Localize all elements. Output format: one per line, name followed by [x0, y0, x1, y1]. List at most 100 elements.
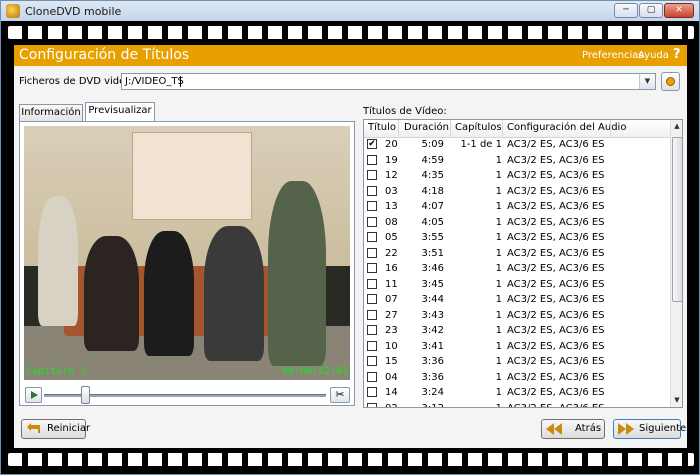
- seek-slider-thumb[interactable]: [81, 386, 90, 404]
- title-checkbox[interactable]: [367, 216, 377, 227]
- back-button[interactable]: Atrás: [541, 419, 605, 439]
- table-row[interactable]: 15 3:36 1 AC3/2 ES, AC3/6 ES: [364, 354, 670, 370]
- next-button[interactable]: Siguiente: [613, 419, 686, 439]
- table-row[interactable]: 23 3:42 1 AC3/2 ES, AC3/6 ES: [364, 323, 670, 339]
- help-link[interactable]: Ayuda: [638, 50, 669, 61]
- cell-duration: 3:24: [421, 387, 444, 398]
- cell-duration: 3:42: [421, 325, 444, 336]
- restart-button[interactable]: Reiniciar: [21, 419, 90, 439]
- cell-duration: 4:07: [421, 201, 444, 212]
- cell-audio: AC3/2 ES, AC3/6 ES: [507, 170, 605, 181]
- title-checkbox[interactable]: [367, 325, 377, 335]
- help-icon[interactable]: ?: [673, 47, 681, 62]
- title-checkbox[interactable]: [367, 356, 377, 366]
- scroll-down-icon[interactable]: ▼: [671, 394, 682, 407]
- title-bar[interactable]: CloneDVD mobile ─ ▢ ✕: [1, 1, 699, 21]
- play-button[interactable]: [25, 387, 42, 403]
- title-checkbox[interactable]: [367, 278, 377, 289]
- browse-button[interactable]: [661, 72, 680, 91]
- column-divider[interactable]: [502, 120, 503, 136]
- column-header-audio[interactable]: Configuración del Audio: [507, 122, 626, 133]
- cell-duration: 3:36: [421, 371, 444, 383]
- tab-previsualizar[interactable]: Previsualizar: [85, 102, 155, 121]
- back-button-label: Atrás: [575, 423, 602, 434]
- cell-duration: 3:46: [421, 263, 444, 274]
- vertical-scrollbar[interactable]: ▲ ▼: [670, 120, 682, 407]
- scroll-up-icon[interactable]: ▲: [671, 120, 682, 133]
- cell-audio: AC3/2 ES, AC3/6 ES: [507, 247, 605, 259]
- cell-title: 27: [385, 309, 398, 321]
- next-button-label: Siguiente: [639, 423, 687, 434]
- cell-chapters: 1: [495, 371, 502, 383]
- cell-duration: 4:18: [421, 185, 444, 197]
- table-row[interactable]: 05 3:55 1 AC3/2 ES, AC3/6 ES: [364, 230, 670, 246]
- cell-chapters: 1: [495, 232, 502, 243]
- source-path-combobox[interactable]: J:/VIDEO_TS ▼: [121, 73, 656, 90]
- cell-audio: AC3/2 ES, AC3/6 ES: [507, 325, 605, 336]
- title-checkbox[interactable]: [367, 232, 377, 242]
- title-checkbox[interactable]: [367, 170, 377, 180]
- title-checkbox[interactable]: [367, 185, 377, 196]
- title-checkbox[interactable]: [367, 309, 377, 320]
- cell-duration: 5:09: [421, 139, 444, 150]
- cell-title: 14: [385, 387, 398, 398]
- cell-chapters: 1: [495, 247, 502, 259]
- titles-label: Títulos de Vídeo:: [363, 106, 447, 117]
- chevron-down-icon[interactable]: ▼: [639, 74, 655, 89]
- close-button[interactable]: ✕: [664, 3, 694, 18]
- maximize-button[interactable]: ▢: [639, 3, 663, 18]
- tab-informacion[interactable]: Información: [19, 104, 83, 121]
- column-divider[interactable]: [610, 120, 611, 136]
- table-row[interactable]: 14 3:24 1 AC3/2 ES, AC3/6 ES: [364, 385, 670, 401]
- film-strip-frame: Configuración de Títulos Preferencias Ay…: [1, 21, 699, 474]
- title-checkbox[interactable]: [367, 402, 377, 407]
- table-row[interactable]: 02 3:12 1 AC3/2 ES, AC3/6 ES: [364, 401, 670, 407]
- video-scene-poster: [132, 132, 252, 220]
- column-header-chapters[interactable]: Capítulos: [455, 122, 502, 133]
- table-row[interactable]: 10 3:41 1 AC3/2 ES, AC3/6 ES: [364, 339, 670, 355]
- title-checkbox[interactable]: [367, 340, 377, 351]
- column-header-title[interactable]: Título: [368, 122, 396, 133]
- cell-chapters: 1: [495, 201, 502, 212]
- title-checkbox[interactable]: ✔: [367, 139, 377, 149]
- cell-title: 13: [385, 201, 398, 212]
- title-checkbox[interactable]: [367, 201, 377, 211]
- table-row[interactable]: 27 3:43 1 AC3/2 ES, AC3/6 ES: [364, 308, 670, 324]
- cell-audio: AC3/2 ES, AC3/6 ES: [507, 309, 605, 321]
- cell-audio: AC3/2 ES, AC3/6 ES: [507, 185, 605, 197]
- minimize-button[interactable]: ─: [614, 3, 638, 18]
- title-checkbox[interactable]: [367, 294, 377, 304]
- column-divider[interactable]: [450, 120, 451, 136]
- title-checkbox[interactable]: [367, 387, 377, 397]
- cell-audio: AC3/2 ES, AC3/6 ES: [507, 263, 605, 274]
- table-row[interactable]: 03 4:18 1 AC3/2 ES, AC3/6 ES: [364, 184, 670, 200]
- cell-audio: AC3/2 ES, AC3/6 ES: [507, 294, 605, 305]
- table-row[interactable]: ✔ 20 5:09 1-1 de 1 AC3/2 ES, AC3/6 ES: [364, 137, 670, 153]
- title-checkbox[interactable]: [367, 263, 377, 273]
- cut-button[interactable]: ✂: [330, 387, 350, 403]
- cell-chapters: 1: [495, 340, 502, 352]
- title-checkbox[interactable]: [367, 247, 377, 258]
- table-row[interactable]: 07 3:44 1 AC3/2 ES, AC3/6 ES: [364, 292, 670, 308]
- table-row[interactable]: 11 3:45 1 AC3/2 ES, AC3/6 ES: [364, 277, 670, 293]
- preferences-link[interactable]: Preferencias: [582, 50, 644, 61]
- title-checkbox[interactable]: [367, 371, 377, 382]
- cell-title: 10: [385, 340, 398, 352]
- source-label: Ficheros de DVD video:: [19, 76, 135, 87]
- table-row[interactable]: 22 3:51 1 AC3/2 ES, AC3/6 ES: [364, 246, 670, 262]
- title-checkbox[interactable]: [367, 154, 377, 165]
- table-row[interactable]: 19 4:59 1 AC3/2 ES, AC3/6 ES: [364, 153, 670, 169]
- table-row[interactable]: 13 4:07 1 AC3/2 ES, AC3/6 ES: [364, 199, 670, 215]
- column-header-duration[interactable]: Duración: [404, 122, 449, 133]
- table-row[interactable]: 04 3:36 1 AC3/2 ES, AC3/6 ES: [364, 370, 670, 386]
- column-divider[interactable]: [398, 120, 399, 136]
- table-row[interactable]: 12 4:35 1 AC3/2 ES, AC3/6 ES: [364, 168, 670, 184]
- table-row[interactable]: 16 3:46 1 AC3/2 ES, AC3/6 ES: [364, 261, 670, 277]
- main-panel: Configuración de Títulos Preferencias Ay…: [14, 45, 687, 448]
- cell-chapters: 1: [495, 185, 502, 197]
- scrollbar-thumb[interactable]: [672, 137, 682, 302]
- video-preview: Capítulo 1 00:00:42:03: [24, 126, 350, 380]
- table-row[interactable]: 08 4:05 1 AC3/2 ES, AC3/6 ES: [364, 215, 670, 231]
- film-perforations-top: [8, 26, 694, 39]
- cell-chapters: 1: [495, 325, 502, 336]
